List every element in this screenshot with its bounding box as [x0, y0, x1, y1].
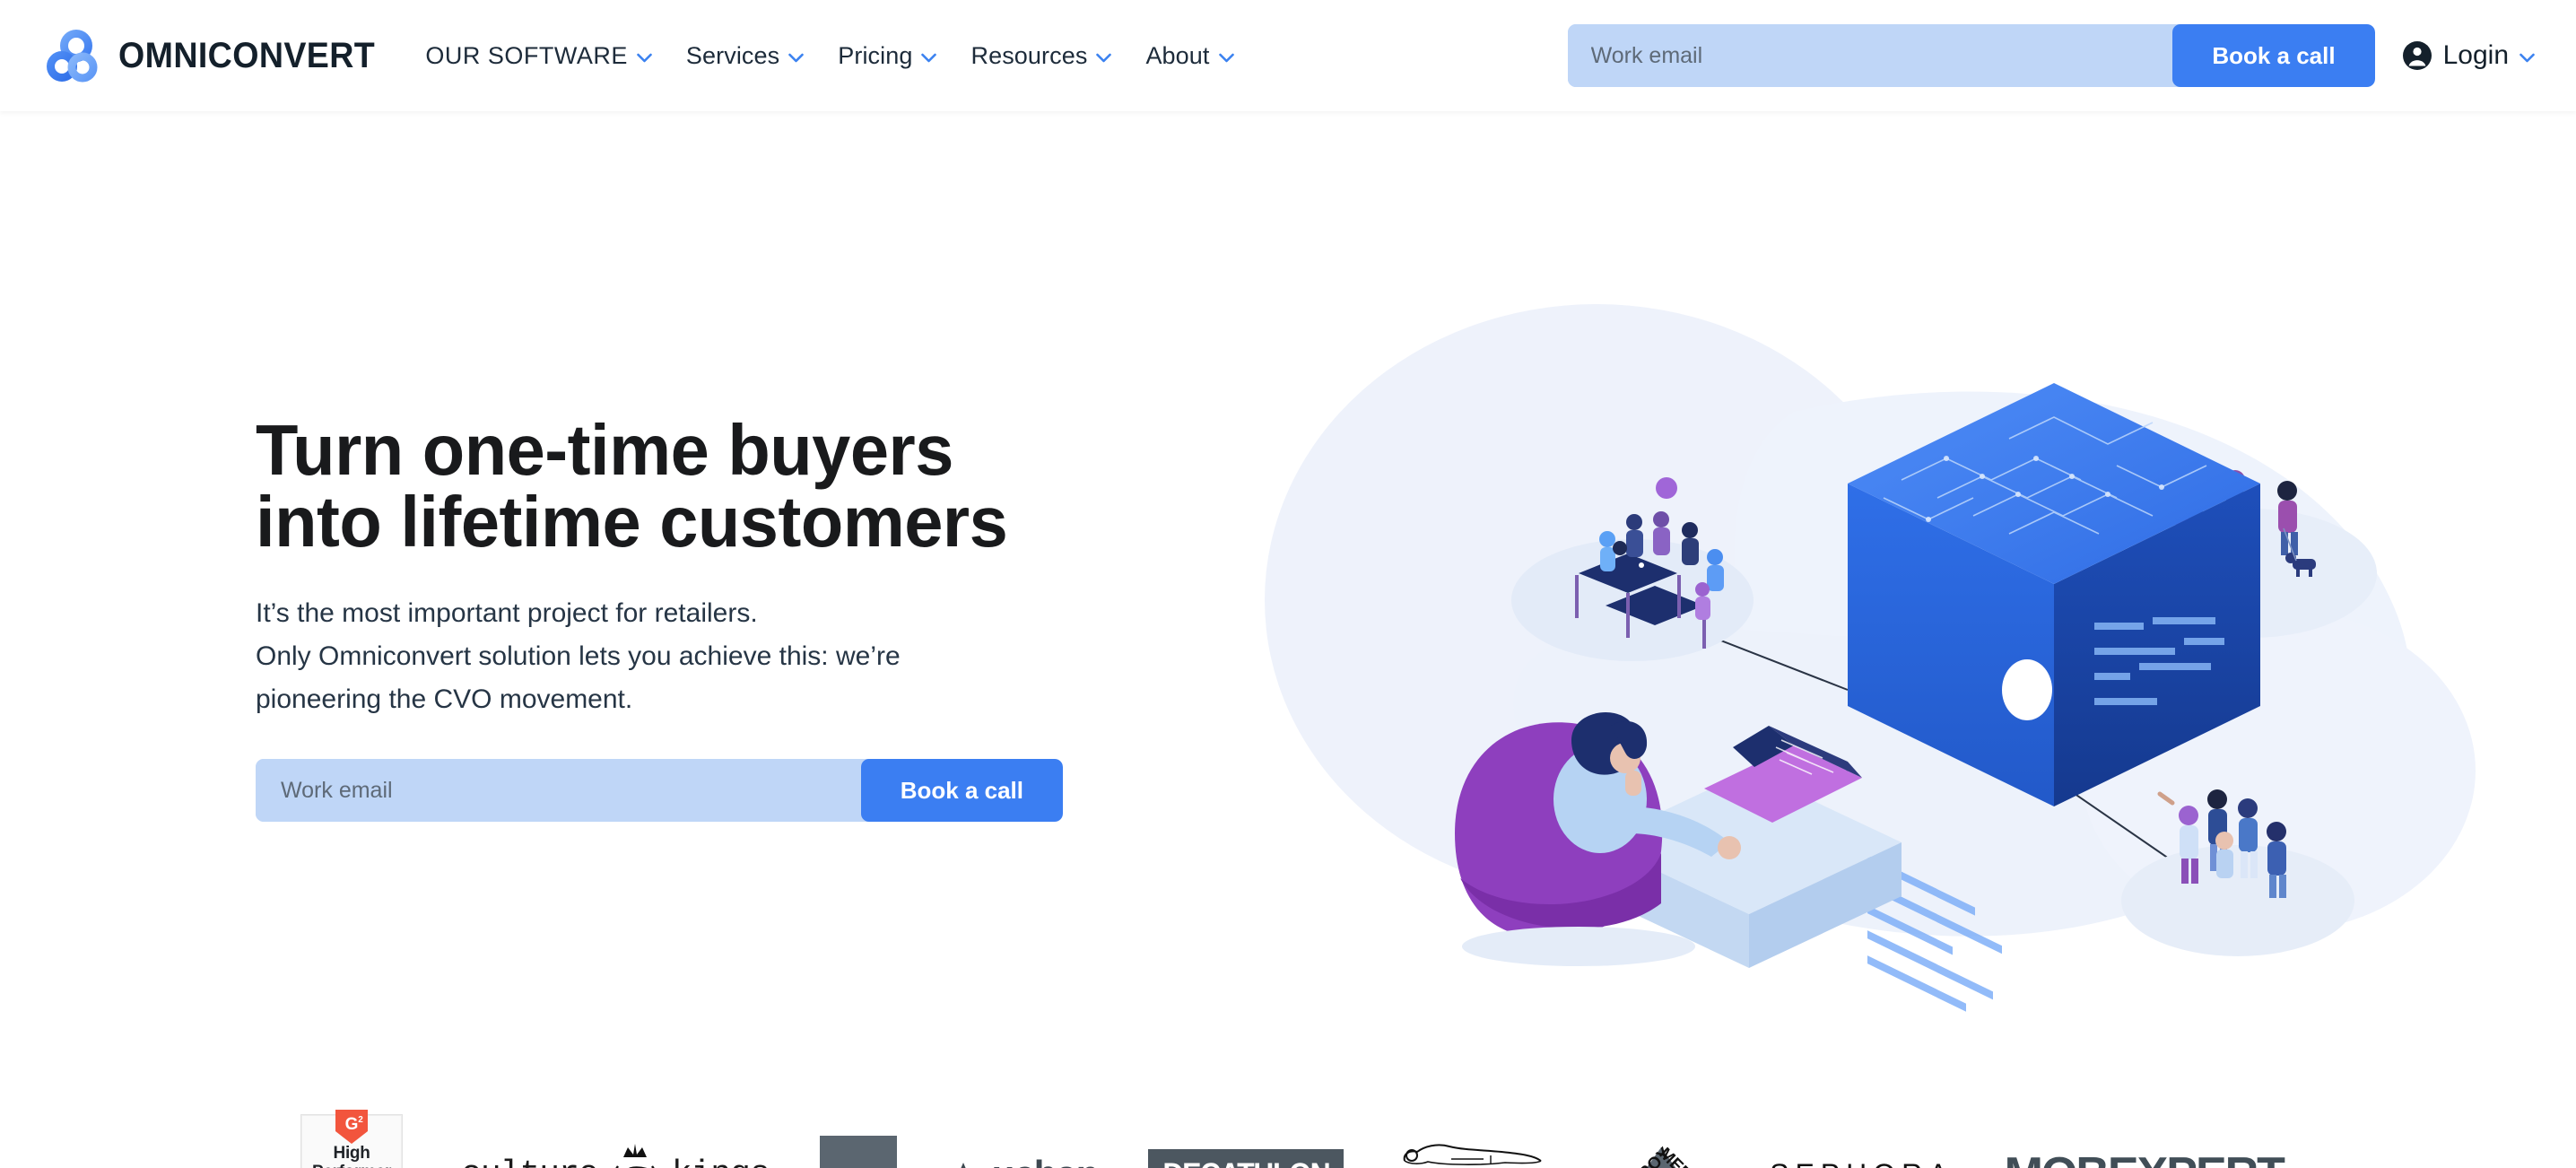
chevron-down-icon: [1096, 51, 1112, 62]
hero-book-a-call-button[interactable]: Book a call: [860, 759, 1063, 822]
g2-badge-title: High Performer: [292, 1144, 411, 1168]
nav-item-services[interactable]: Services: [685, 41, 805, 70]
culture-kings-crest-icon: C: [600, 1139, 670, 1168]
svg-text:G: G: [345, 1115, 359, 1134]
hero-subtitle-line1: It’s the most important project for reta…: [256, 598, 758, 628]
culture-kings-right: kings: [672, 1155, 770, 1168]
hero-section: Turn one-time buyers into lifetime custo…: [0, 111, 2576, 1168]
account-circle-icon: [2402, 40, 2432, 71]
nav-item-resources[interactable]: Resources: [970, 41, 1112, 70]
chevron-down-icon: [1218, 51, 1234, 62]
logo-tempur: TEMPUR: [1394, 1134, 1553, 1168]
nav-item-pricing[interactable]: Pricing: [838, 41, 937, 70]
auchan-wordmark: uchan: [992, 1153, 1100, 1168]
chevron-down-icon: [788, 51, 805, 62]
leroy-merlin-mark-icon: LEROY MERLIN: [1620, 1144, 1715, 1168]
brand-logo[interactable]: OMNICONVERT: [47, 28, 391, 83]
decathlon-wordmark: DECATHLON: [1162, 1156, 1330, 1168]
tempur-sleeper-icon: [1397, 1134, 1550, 1168]
hero-title: Turn one-time buyers into lifetime custo…: [256, 414, 1152, 558]
site-header: OMNICONVERT OUR SOFTWARE Services Pricin…: [0, 0, 2576, 111]
login-menu[interactable]: Login: [2402, 40, 2535, 71]
main-navigation: OUR SOFTWARE Services Pricing Resources …: [425, 41, 1234, 70]
hero-title-line1: Turn one-time buyers: [256, 410, 953, 490]
logo-orange: orange: [819, 1136, 897, 1168]
auchan-bird-icon: [947, 1154, 988, 1168]
hero-subtitle: It’s the most important project for reta…: [256, 592, 1179, 721]
logo-mobexpert: MOBEXPERT: [2005, 1147, 2285, 1168]
sephora-wordmark: SEPHORA: [1770, 1158, 1954, 1168]
logo-decathlon: DECATHLON: [1148, 1148, 1345, 1168]
chevron-down-icon: [2519, 51, 2535, 62]
logo-auchan: uchan: [947, 1153, 1099, 1168]
customer-logo-strip: G 2 High Performer WINTER 2022 culture: [0, 1094, 2576, 1168]
header-actions: Book a call Login: [1567, 24, 2535, 87]
brand-name: OMNICONVERT: [118, 35, 376, 75]
g2-line1: High: [333, 1144, 370, 1163]
hero-copy: Turn one-time buyers into lifetime custo…: [256, 414, 1179, 822]
nav-item-about[interactable]: About: [1145, 41, 1234, 70]
hero-subtitle-line2: Only Omniconvert solution lets you achie…: [256, 641, 901, 671]
hero-title-line2: into lifetime customers: [256, 482, 1008, 562]
header-email-input[interactable]: [1567, 24, 2173, 87]
hero-email-input[interactable]: [256, 759, 861, 822]
svg-text:C: C: [619, 1157, 650, 1168]
nav-label: OUR SOFTWARE: [425, 41, 628, 69]
header-book-a-call-button[interactable]: Book a call: [2172, 24, 2375, 87]
chevron-down-icon: [921, 51, 937, 62]
nav-label: Services: [685, 41, 780, 69]
omniconvert-rings-logo-icon: [47, 28, 102, 83]
culture-kings-left: culture: [461, 1155, 599, 1168]
logo-leroy-merlin: LEROY MERLIN: [1603, 1129, 1719, 1168]
isometric-cvo-data-illustration: [1220, 304, 2476, 1022]
mobexpert-wordmark: MOBEXPERT: [2005, 1147, 2285, 1168]
hero-signup-form: Book a call: [256, 759, 1063, 822]
nav-label: Resources: [970, 41, 1088, 69]
chevron-down-icon: [637, 51, 652, 62]
header-signup-form: Book a call: [1567, 24, 2375, 87]
svg-text:MERLIN: MERLIN: [1656, 1145, 1715, 1168]
svg-text:2: 2: [358, 1115, 363, 1125]
logo-sephora: SEPHORA: [1770, 1158, 1954, 1168]
logo-g2-high-performer-badge: G 2 High Performer WINTER 2022: [292, 1103, 411, 1168]
logo-culture-kings: culture C kings: [461, 1139, 770, 1168]
hero-subtitle-line3: pioneering the CVO movement.: [256, 684, 633, 714]
login-label: Login: [2442, 40, 2509, 70]
nav-item-our-software[interactable]: OUR SOFTWARE: [425, 42, 652, 70]
nav-label: About: [1145, 41, 1210, 69]
g2-line2: Performer: [312, 1163, 391, 1168]
nav-label: Pricing: [838, 41, 913, 69]
